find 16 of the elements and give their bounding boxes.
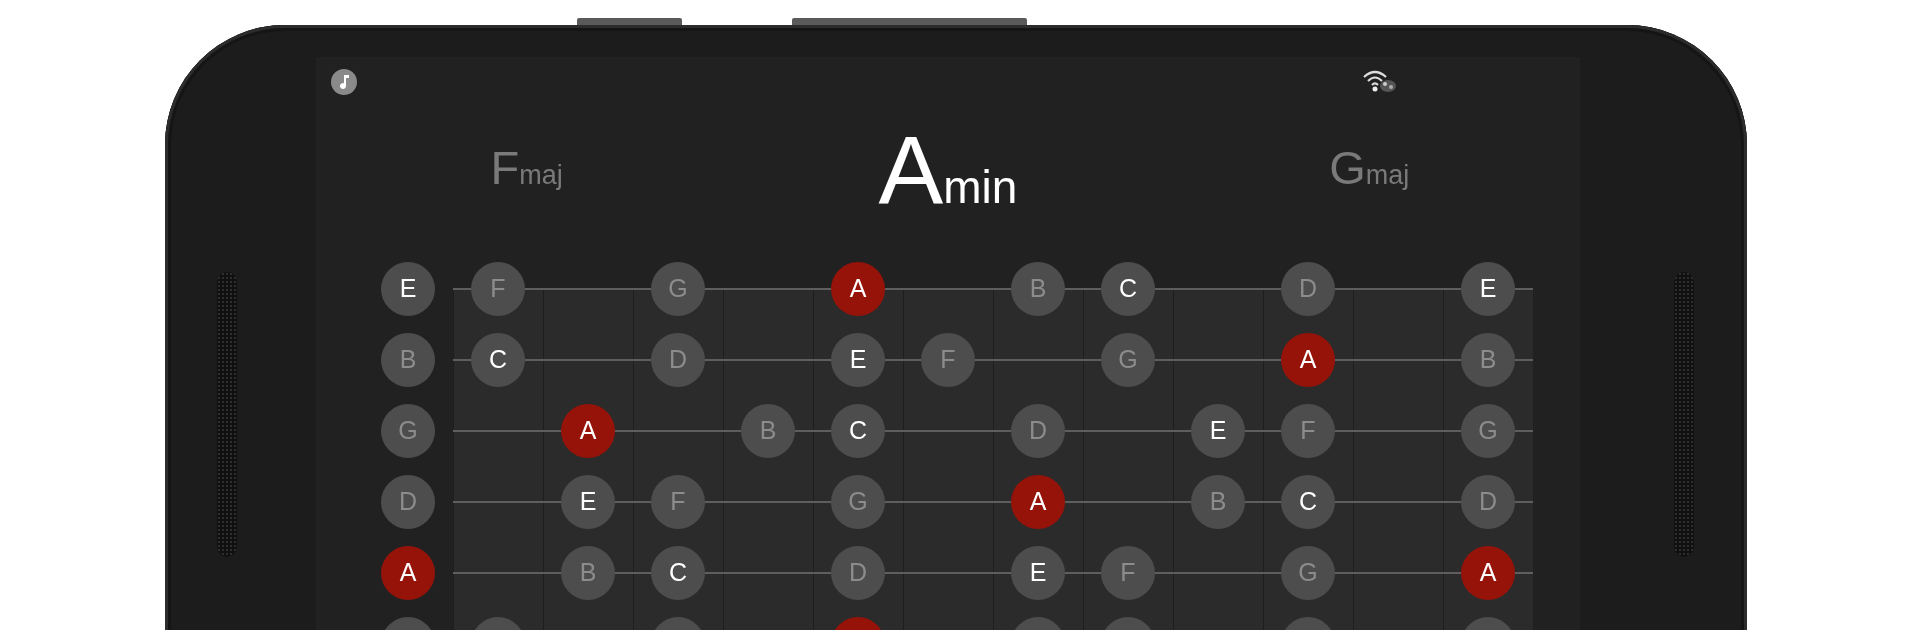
music-note-icon[interactable] [331, 69, 357, 95]
chord-label[interactable]: Fmaj [490, 144, 563, 191]
note-marker[interactable]: E [1461, 261, 1515, 316]
note-marker[interactable]: G [651, 261, 705, 316]
note-marker[interactable]: D [381, 474, 435, 529]
note-marker[interactable]: F [471, 261, 525, 316]
chord-label[interactable]: Amin [878, 121, 1018, 218]
chord-label[interactable]: Gmaj [1329, 144, 1410, 191]
note-marker[interactable]: G [381, 403, 435, 458]
note-marker[interactable]: B [381, 332, 435, 387]
note-marker[interactable]: D [1281, 261, 1335, 316]
note-marker[interactable]: B [1011, 261, 1065, 316]
note-marker[interactable]: A [831, 261, 885, 316]
note-marker[interactable]: C [1101, 261, 1155, 316]
note-marker[interactable]: A [381, 545, 435, 600]
note-marker[interactable]: E [381, 261, 435, 316]
